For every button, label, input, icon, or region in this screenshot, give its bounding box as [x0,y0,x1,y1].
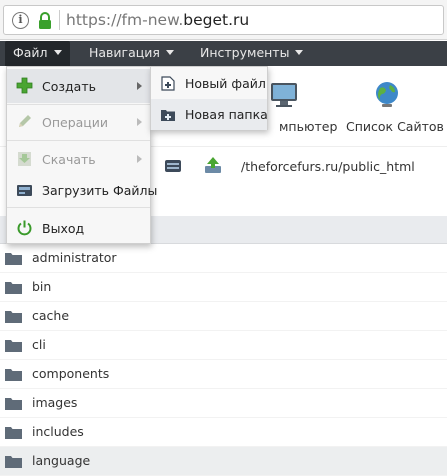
browser-url-bar: i https://fm-new.beget.ru [0,0,447,40]
chevron-right-icon [137,118,142,126]
menu-navigation[interactable]: Навигация [81,41,182,66]
file-name: bin [32,279,52,294]
folder-icon [5,456,22,468]
file-name: includes [32,424,84,439]
file-row-selected[interactable]: language [0,447,447,476]
menu-item-operations[interactable]: Операции [7,105,150,139]
menu-file-label: Файл [13,45,48,60]
menu-divider [7,140,150,141]
info-icon[interactable]: i [12,12,29,29]
new-folder-icon [161,110,175,121]
chevron-right-icon [137,82,142,90]
menu-item-label: Операции [42,115,109,130]
menu-file[interactable]: Файл [5,41,70,66]
folder-icon [5,427,22,439]
globe-icon[interactable] [372,80,402,110]
file-name: administrator [32,250,117,265]
new-file-icon [161,76,175,91]
file-row[interactable]: cli [0,331,447,360]
chevron-down-icon [165,50,174,55]
url-separator [59,10,60,30]
power-icon [17,220,32,236]
drive-icon[interactable] [164,158,182,174]
upload-folder-icon[interactable] [204,156,222,174]
download-icon [18,152,31,166]
file-dropdown-menu: Создать Операции Скачать Загрузить Файлы [6,66,157,245]
folder-icon [5,340,22,352]
menu-item-label: Создать [42,79,96,94]
plus-icon [16,77,33,94]
toolbar-computer-label[interactable]: мпьютер [279,119,337,134]
folder-icon [5,253,22,265]
chevron-right-icon [137,155,142,163]
menu-tools[interactable]: Инструменты [192,41,311,66]
menu-item-exit[interactable]: Выход [7,211,150,245]
file-row[interactable]: bin [0,273,447,302]
file-name: components [32,366,110,381]
menu-tools-label: Инструменты [200,45,290,60]
address-field[interactable]: i https://fm-new.beget.ru [3,5,444,35]
menu-item-create[interactable]: Создать [7,69,150,103]
menu-item-label: Скачать [42,152,96,167]
url-domain: beget.ru [183,11,250,29]
toolbar-sites-label[interactable]: Список Сайтов [346,119,444,134]
computer-icon[interactable] [269,80,299,110]
folder-icon [5,282,22,294]
menu-item-label: Загрузить Файлы [42,183,158,198]
folder-icon [5,311,22,323]
menu-item-download[interactable]: Скачать [7,142,150,176]
file-row[interactable]: includes [0,418,447,447]
url-prefix: https://fm-new. [66,11,184,29]
url-text[interactable]: https://fm-new.beget.ru [66,11,249,29]
file-row[interactable]: images [0,389,447,418]
menu-bar: Файл Навигация Инструменты [0,41,447,66]
file-row[interactable]: components [0,360,447,389]
file-row[interactable]: cache [0,302,447,331]
file-list: administrator bin cache cli components i… [0,244,447,476]
chevron-down-icon [53,50,62,55]
current-path: /theforcefurs.ru/public_html [241,159,415,174]
menu-divider [7,207,150,208]
file-name: cli [32,337,46,352]
folder-icon [5,398,22,410]
menu-item-upload[interactable]: Загрузить Файлы [7,173,157,207]
file-name: language [32,453,91,468]
menu-item-new-file[interactable]: Новый файл [151,68,267,99]
menu-item-label: Новый файл [185,76,266,91]
menu-item-label: Новая папка [185,107,268,122]
menu-item-label: Выход [42,221,85,236]
file-name: cache [32,308,70,323]
menu-navigation-label: Навигация [89,45,160,60]
upload-files-icon [17,185,32,196]
chevron-down-icon [295,50,304,55]
file-name: images [32,395,78,410]
file-row[interactable]: administrator [0,244,447,273]
menu-item-new-folder[interactable]: Новая папка [151,99,268,130]
folder-icon [5,369,22,381]
create-submenu: Новый файл Новая папка [150,66,268,130]
pencil-icon [19,115,31,127]
lock-icon[interactable] [37,11,53,31]
